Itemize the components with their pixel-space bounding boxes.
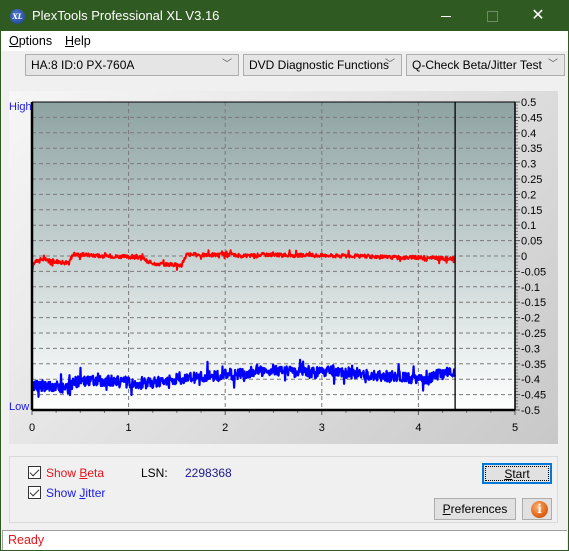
y-tick-label: 0 xyxy=(521,251,527,263)
preferences-accel: P xyxy=(442,502,451,516)
show-beta-label-pre: Show xyxy=(46,466,80,480)
x-tick-label: 1 xyxy=(126,422,132,434)
close-icon: ✕ xyxy=(531,7,545,24)
controls-panel: Show Beta Show Jitter LSN: 2298368 Start… xyxy=(9,456,558,523)
menu-options[interactable]: Options xyxy=(9,34,52,48)
function-select[interactable]: DVD Diagnostic Functions ﹀ xyxy=(243,54,402,76)
x-tick-label: 0 xyxy=(29,422,35,434)
start-label: tart xyxy=(512,467,530,481)
y-tick-label: 0.15 xyxy=(521,205,542,217)
y-tick-label: 0.05 xyxy=(521,236,542,248)
y-tick-label: -0.2 xyxy=(521,313,540,325)
y-tick-label: 0.4 xyxy=(521,128,536,140)
test-select[interactable]: Q-Check Beta/Jitter Test ﹀ xyxy=(406,54,565,76)
drive-select-value: HA:8 ID:0 PX-760A xyxy=(31,58,135,72)
y-tick-label: 0.35 xyxy=(521,143,542,155)
x-tick-label: 4 xyxy=(415,422,421,434)
window-title: PlexTools Professional XL V3.16 xyxy=(32,8,220,23)
menu-options-accel: O xyxy=(9,34,19,48)
y-tick-label: -0.25 xyxy=(521,328,546,340)
lsn-label: LSN: xyxy=(141,466,168,480)
y-tick-label: -0.1 xyxy=(521,282,540,294)
status-text: Ready xyxy=(8,533,45,547)
status-bar: Ready xyxy=(2,530,567,550)
menu-bar: Options Help xyxy=(1,31,568,51)
menu-help-accel: H xyxy=(65,34,75,48)
preferences-button[interactable]: Preferences xyxy=(434,498,516,520)
info-icon: i xyxy=(531,501,548,518)
lsn-value: 2298368 xyxy=(185,466,232,480)
y-tick-label: -0.4 xyxy=(521,374,540,386)
close-button[interactable]: ✕ xyxy=(515,1,561,31)
toolbar: HA:8 ID:0 PX-760A ﹀ DVD Diagnostic Funct… xyxy=(1,51,568,81)
show-beta-checkbox[interactable] xyxy=(28,466,41,479)
chevron-down-icon: ﹀ xyxy=(385,59,395,70)
y-tick-label: 0.2 xyxy=(521,189,536,201)
y-tick-label: 0.5 xyxy=(521,97,536,109)
show-jitter-label[interactable]: Show Jitter xyxy=(46,486,105,500)
maximize-button[interactable] xyxy=(469,1,515,31)
chevron-down-icon: ﹀ xyxy=(222,59,232,70)
drive-select[interactable]: HA:8 ID:0 PX-760A ﹀ xyxy=(25,54,239,76)
preferences-label: references xyxy=(450,502,508,516)
y-tick-label: 0.3 xyxy=(521,159,536,171)
show-beta-label[interactable]: Show Beta xyxy=(46,466,104,480)
xl-app-icon: XL xyxy=(10,9,25,24)
show-jitter-label-post: itter xyxy=(85,486,106,500)
start-accel: S xyxy=(504,467,513,481)
show-jitter-label-pre: Show xyxy=(46,486,80,500)
beta-jitter-chart: 0.5 0.45 0.4 0.35 0.3 0.25 0.2 0.15 0.1 0.05 0 -0.0… xyxy=(9,97,546,434)
menu-options-label: ptions xyxy=(18,34,53,48)
start-button[interactable]: Start xyxy=(482,463,552,484)
y-tick-label: 0.25 xyxy=(521,174,542,186)
show-jitter-checkbox[interactable] xyxy=(28,486,41,499)
y-tick-label: -0.05 xyxy=(521,266,546,278)
y-tick-label: -0.5 xyxy=(521,405,540,417)
info-button[interactable]: i xyxy=(522,498,552,520)
y-tick-label: 0.1 xyxy=(521,220,536,232)
app-window: XL PlexTools Professional XL V3.16 ✕ Opt… xyxy=(0,0,569,551)
y-tick-label: 0.45 xyxy=(521,112,542,124)
low-label: Low xyxy=(9,401,29,413)
menu-help[interactable]: Help xyxy=(65,34,91,48)
y-tick-label: -0.45 xyxy=(521,390,546,402)
function-select-value: DVD Diagnostic Functions xyxy=(249,58,390,72)
minimize-button[interactable] xyxy=(423,1,469,31)
menu-help-label: elp xyxy=(74,34,91,48)
title-bar[interactable]: XL PlexTools Professional XL V3.16 ✕ xyxy=(1,1,568,31)
y-tick-label: -0.3 xyxy=(521,343,540,355)
y-tick-label: -0.35 xyxy=(521,359,546,371)
chevron-down-icon: ﹀ xyxy=(548,59,558,70)
y-tick-label: -0.15 xyxy=(521,297,546,309)
test-select-value: Q-Check Beta/Jitter Test xyxy=(412,58,542,72)
high-label: High xyxy=(9,101,32,113)
x-tick-label: 2 xyxy=(222,422,228,434)
x-tick-label: 5 xyxy=(512,422,518,434)
show-beta-label-post: eta xyxy=(87,466,105,480)
chart-panel: 0.5 0.45 0.4 0.35 0.3 0.25 0.2 0.15 0.1 0.05 0 -0.0… xyxy=(9,91,558,444)
x-tick-label: 3 xyxy=(319,422,325,434)
